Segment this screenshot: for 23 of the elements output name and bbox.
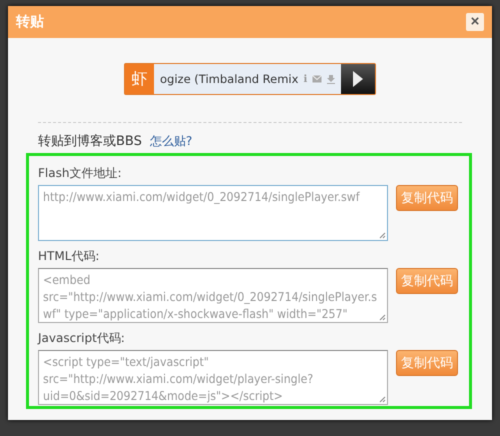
info-button[interactable]: i <box>303 74 308 84</box>
field-label: Javascript代码: <box>38 330 125 347</box>
play-icon <box>352 70 364 88</box>
field-label: Flash文件地址: <box>38 165 122 182</box>
copy-code-button[interactable]: 复制代码 <box>396 268 458 294</box>
dialog-title: 转贴 <box>16 13 44 31</box>
play-button[interactable] <box>341 64 375 94</box>
copy-code-button[interactable]: 复制代码 <box>396 350 458 376</box>
help-link[interactable]: 怎么贴? <box>150 133 192 150</box>
field-label: HTML代码: <box>38 248 100 265</box>
track-title: ogize (Timbaland Remix <box>160 72 298 86</box>
code-field[interactable]: <script type="text/javascript" src="http://www.xiami.com/widget/player-single?uid=0&sid=2092714&mode=js"></script> <box>38 350 388 405</box>
code-field[interactable]: http://www.xiami.com/widget/0_2092714/singlePlayer.swf <box>38 185 388 241</box>
section-heading: 转贴到博客或BBS <box>38 133 142 150</box>
resize-grip-icon[interactable] <box>378 313 386 321</box>
download-icon[interactable] <box>327 74 336 84</box>
resize-grip-icon[interactable] <box>378 395 386 403</box>
player-logo: 虾 <box>125 64 154 94</box>
copy-code-button[interactable]: 复制代码 <box>396 185 458 211</box>
mail-icon[interactable] <box>312 75 322 83</box>
close-button[interactable]: × <box>466 13 484 31</box>
code-field[interactable]: <embed src="http://www.xiami.com/widget/0_2092714/singlePlayer.swf" type="application/x-shockwave-flash" width="257" <box>38 268 388 323</box>
resize-grip-icon[interactable] <box>378 231 386 239</box>
